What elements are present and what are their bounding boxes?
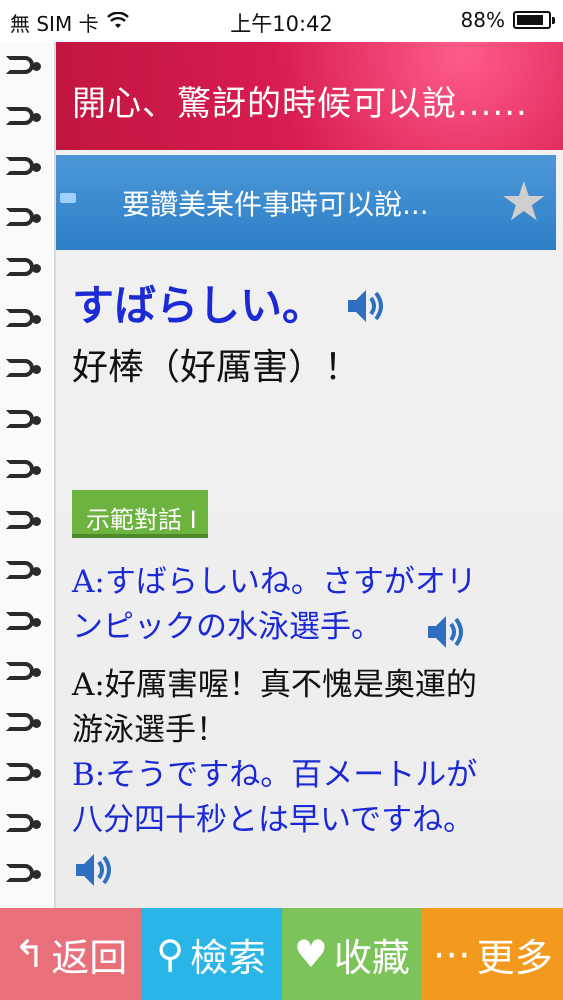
situation-subtitle: 要讚美某件事時可以說... [122, 188, 429, 221]
play-line-a-speaker-icon[interactable] [424, 610, 468, 654]
phrase-chinese: 好棒（好厲害）！ [72, 347, 361, 388]
spiral-ring [6, 862, 42, 888]
spiral-ring [6, 610, 42, 636]
back-label: 返回 [51, 935, 128, 980]
battery-percent: 88% [460, 8, 505, 32]
spiral-ring [6, 660, 42, 686]
favorites-button[interactable]: ♥ 收藏 [281, 908, 423, 1000]
dialogue-line: B:そうですね。百メートルが [72, 757, 478, 793]
clip-icon [60, 193, 76, 203]
phrase-japanese: すばらしい。 [72, 281, 325, 330]
spiral-ring [6, 206, 42, 232]
spiral-ring [6, 711, 42, 737]
status-bar: 無 SIM 卡 上午10:42 88% [0, 0, 563, 42]
example-dialogue-tag: 示範對話 I [72, 490, 208, 538]
spiral-ring [6, 812, 42, 838]
search-label: 檢索 [190, 935, 267, 980]
situation-banner: 要讚美某件事時可以說... ★ [56, 155, 556, 250]
spiral-ring [6, 408, 42, 434]
search-icon: ⚲ [156, 932, 185, 976]
spiral-ring [6, 256, 42, 282]
status-right: 88% [460, 8, 555, 32]
spiral-binding [0, 42, 56, 910]
spiral-ring [6, 357, 42, 383]
play-line-b-speaker-icon[interactable] [72, 848, 116, 892]
dialogue-line: ンピックの水泳選手。 [72, 609, 382, 645]
spiral-ring [6, 509, 42, 535]
category-title: 開心、驚訝的時候可以說...... [72, 84, 528, 124]
favorites-label: 收藏 [333, 935, 410, 980]
dialogue-line: A:好厲害喔！真不愧是奧運的 [72, 667, 477, 703]
dialogue-line: 八分四十秒とは早いですね。 [72, 802, 475, 838]
battery-icon [513, 11, 555, 29]
dialogue-line: A:すばらしいね。さすがオリ [72, 564, 477, 600]
spiral-ring [6, 105, 42, 131]
spiral-ring [6, 307, 42, 333]
spiral-ring [6, 155, 42, 181]
dialogue-line: 游泳選手！ [72, 712, 227, 748]
more-label: 更多 [476, 935, 553, 980]
spiral-ring [6, 458, 42, 484]
back-arrow-icon: ↰ [13, 932, 46, 976]
spiral-ring [6, 761, 42, 787]
search-button[interactable]: ⚲ 檢索 [140, 908, 282, 1000]
spiral-ring [6, 54, 42, 80]
favorite-star-icon[interactable]: ★ [500, 175, 548, 229]
spiral-ring [6, 559, 42, 585]
category-header: 開心、驚訝的時候可以說...... [56, 42, 563, 150]
bottom-tab-bar: ↰ 返回 ⚲ 檢索 ♥ 收藏 ⋯ 更多 [0, 908, 563, 1000]
back-button[interactable]: ↰ 返回 [0, 908, 141, 1000]
heart-icon: ♥ [293, 932, 328, 976]
more-button[interactable]: ⋯ 更多 [422, 908, 563, 1000]
play-phrase-speaker-icon[interactable] [344, 284, 388, 328]
more-dots-icon: ⋯ [432, 932, 471, 976]
